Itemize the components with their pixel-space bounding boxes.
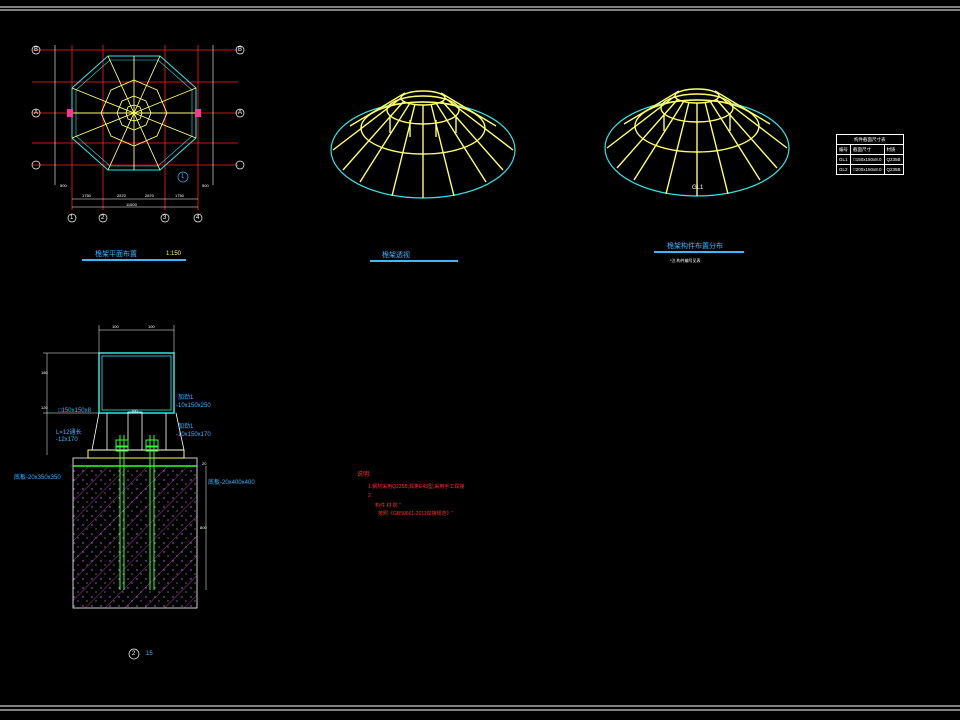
plan-detail-callout: 1 <box>181 174 185 180</box>
perspective-right-title: 桅架构件布置分布 <box>667 243 723 250</box>
cad-drawing-canvas <box>0 6 960 711</box>
notes-line-3: 构件 材 防 " <box>375 503 401 509</box>
axis-number-2: 2 <box>101 215 105 221</box>
detail-dim-height: 800 <box>200 525 207 530</box>
base-detail <box>43 325 207 660</box>
axis-number-1: 1 <box>70 215 74 221</box>
plan-dim-small-right: 500 <box>202 183 209 188</box>
detail-dim-left-2: 120 <box>41 405 48 410</box>
detail-label-weld: L=12通长 <box>56 430 82 436</box>
detail-label-stiffener-1: 加劲1 <box>178 395 194 401</box>
axis-label-a-left: A <box>34 110 39 116</box>
detail-dim-left-1: 180 <box>41 370 48 375</box>
plan-title: 桅架平面布置 <box>95 251 137 258</box>
table-cell: □150x150x8.0 <box>850 154 885 165</box>
detail-dim-top-2: 100 <box>148 324 155 329</box>
detail-dim-small: 20 <box>202 461 207 466</box>
axis-label-b-left: B <box>34 47 39 53</box>
detail-label-plate: -12x170 <box>56 437 78 443</box>
table-cell: GL1 <box>836 154 851 165</box>
perspective-right-subtitle: *注:构件编号见表 <box>670 258 701 263</box>
detail-dim-plate: 160 <box>131 408 138 413</box>
detail-label-base-left: 底板-20x350x350 <box>14 475 61 481</box>
perspective-view-right <box>604 88 790 197</box>
detail-label-tube: □150x150x8 <box>58 408 91 414</box>
table-header-section: 截面尺寸 <box>850 144 885 155</box>
table-title: 构件截面尺寸表 <box>836 134 904 145</box>
table-cell: Q235B <box>883 154 904 165</box>
detail-dim-top-1: 100 <box>112 324 119 329</box>
plan-title-underline <box>82 259 186 261</box>
notes-heading: 说明: <box>357 472 371 478</box>
detail-label-stiffener-2-size: -10x150x170 <box>176 432 211 438</box>
member-label-gl1: GL1 <box>692 185 704 191</box>
detail-label-stiffener-2: 加劲1 <box>178 424 194 430</box>
perspective-view-left <box>330 90 516 199</box>
table-header-material: 材质 <box>883 144 904 155</box>
axis-number-3: 3 <box>163 215 167 221</box>
table-cell: □200x150x8.0 <box>850 164 885 175</box>
plan-dim-small-left: 500 <box>60 183 67 188</box>
plan-dim-bottom-1: 1750 <box>82 193 91 198</box>
detail-callout-scale: 15 <box>146 651 153 657</box>
notes-line-2: 2. <box>368 493 373 499</box>
detail-callout-number: 2 <box>132 651 136 657</box>
detail-label-stiffener-1-size: -10x150x250 <box>176 403 211 409</box>
plan-scale: 1:150 <box>166 251 182 257</box>
table-cell: Q235B <box>883 164 904 175</box>
plan-dim-overall: 11500 <box>126 202 137 207</box>
plan-dim-bottom-4: 1750 <box>175 193 184 198</box>
perspective-right-underline <box>654 251 744 253</box>
table-header-id: 编号 <box>836 144 851 155</box>
perspective-left-underline <box>370 260 458 262</box>
notes-line-1: 1.钢材采用Q235B,焊条E43型,采用手工焊接 <box>368 484 465 490</box>
perspective-left-title: 桅架透视 <box>382 252 410 259</box>
plan-dim-bottom-3: 2870 <box>145 193 154 198</box>
table-row: GL1 □150x150x8.0 Q235B <box>836 154 904 165</box>
axis-label-a-right: A <box>238 110 243 116</box>
notes-line-4: 按照《GB50661-2011焊接规范》" <box>378 511 454 517</box>
plan-view <box>31 45 245 223</box>
detail-label-base-right: 底板-20x400x400 <box>208 480 255 486</box>
plan-dim-bottom-2: 2870 <box>117 193 126 198</box>
axis-number-4: 4 <box>196 215 200 221</box>
axis-label-b-right: B <box>238 47 243 53</box>
table-row: GL2 □200x150x8.0 Q235B <box>836 164 904 175</box>
table-cell: GL2 <box>836 164 851 175</box>
member-section-table: 构件截面尺寸表 编号 截面尺寸 材质 GL1 □150x150x8.0 Q235… <box>836 134 904 175</box>
